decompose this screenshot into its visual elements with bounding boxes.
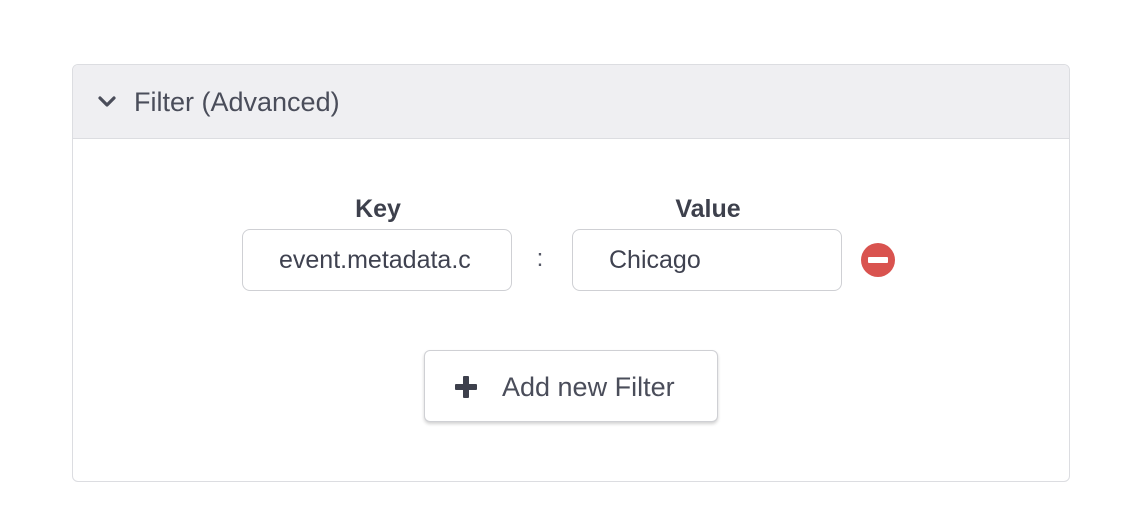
key-value-separator: : xyxy=(536,245,544,272)
key-label: Key xyxy=(355,195,401,223)
advanced-filter-header[interactable]: Filter (Advanced) xyxy=(73,65,1069,139)
minus-circle-icon xyxy=(868,257,888,263)
plus-icon xyxy=(455,376,477,398)
chevron-down-icon xyxy=(98,96,116,107)
value-label: Value xyxy=(675,195,741,223)
filter-value-input[interactable] xyxy=(572,229,842,291)
panel-title: Filter (Advanced) xyxy=(134,87,340,117)
add-new-filter-button[interactable]: Add new Filter xyxy=(424,350,718,422)
remove-filter-button[interactable] xyxy=(861,243,895,277)
add-new-filter-label: Add new Filter xyxy=(502,372,675,402)
advanced-filter-panel: Filter (Advanced) Key Value : Add new Fi… xyxy=(72,64,1070,482)
filter-key-input[interactable] xyxy=(242,229,512,291)
